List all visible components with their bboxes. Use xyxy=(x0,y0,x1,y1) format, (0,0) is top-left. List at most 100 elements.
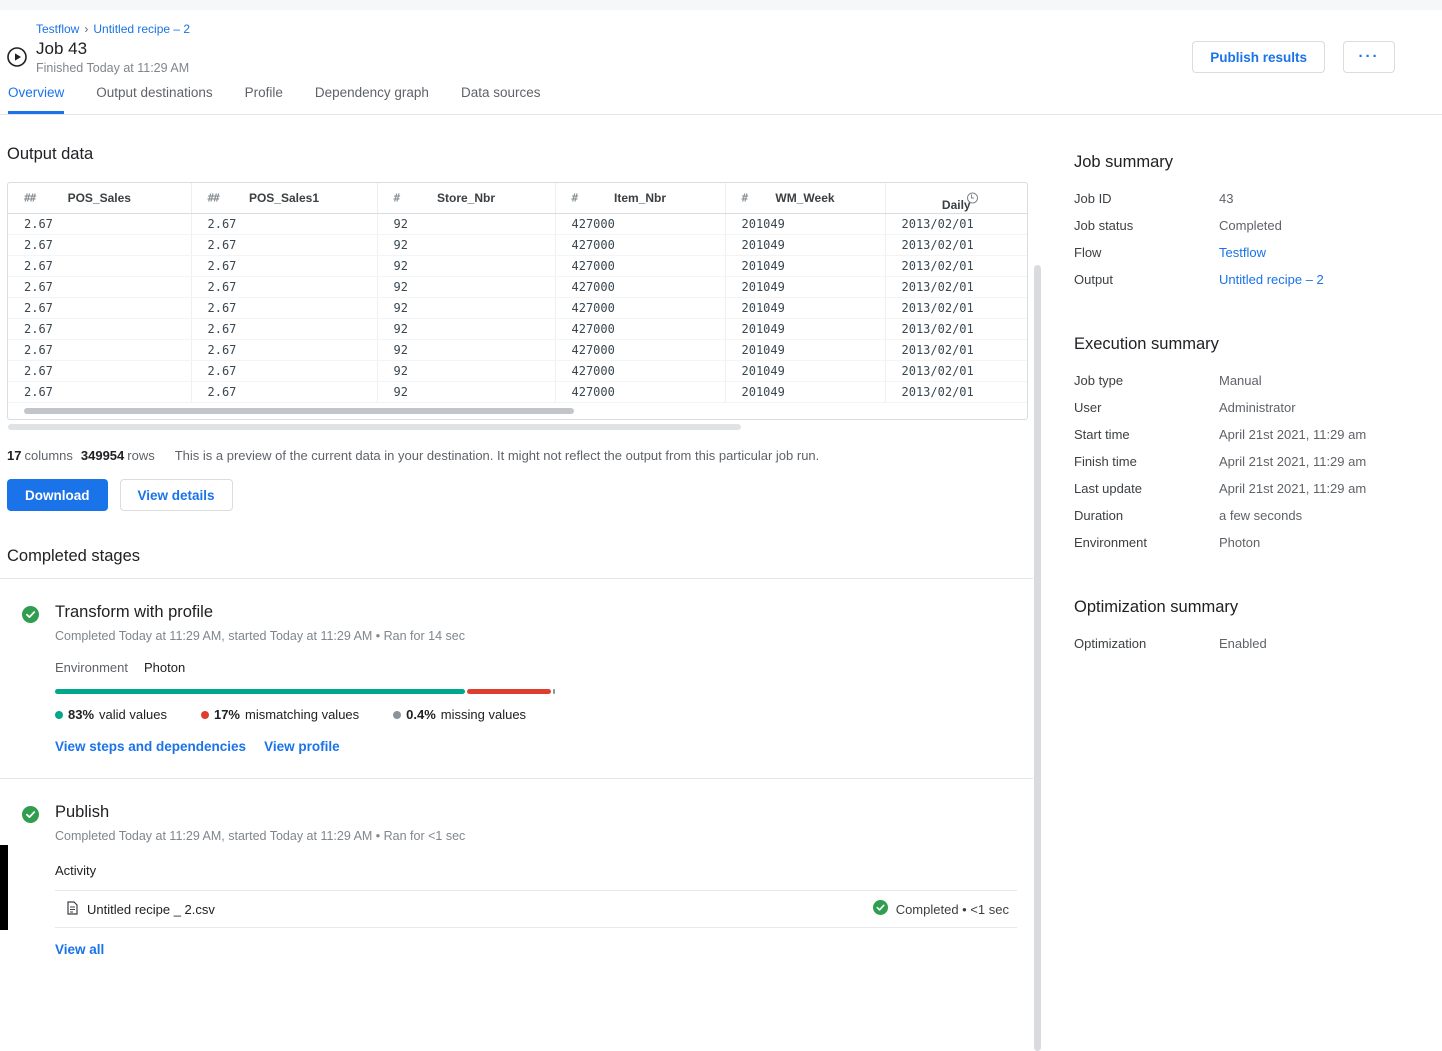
info-label: Job type xyxy=(1074,373,1219,388)
activity-box: Untitled recipe _ 2.csv Completed • <1 s… xyxy=(55,890,1017,928)
output-actions: Download View details xyxy=(7,479,1033,511)
output-table-body: 2.672.67924270002010492013/02/012.672.67… xyxy=(8,214,1027,403)
column-header-item-nbr[interactable]: #Item_Nbr xyxy=(555,183,725,214)
legend-mismatching-label: mismatching values xyxy=(245,707,359,722)
info-value-link[interactable]: Testflow xyxy=(1219,245,1266,260)
more-actions-button[interactable]: ··· xyxy=(1343,41,1395,73)
legend-missing: 0.4% missing values xyxy=(393,707,526,722)
publish-results-button[interactable]: Publish results xyxy=(1192,41,1325,73)
table-cell: 2013/02/01 xyxy=(885,382,1027,403)
quality-legend: 83% valid values 17% mismatching values … xyxy=(55,707,1033,722)
tab-output-destinations[interactable]: Output destinations xyxy=(96,85,212,114)
table-cell: 2.67 xyxy=(8,256,191,277)
column-header-pos-sales[interactable]: ##POS_Sales xyxy=(8,183,191,214)
tab-profile[interactable]: Profile xyxy=(245,85,283,114)
info-label: Finish time xyxy=(1074,454,1219,469)
pane-horizontal-scrollbar[interactable] xyxy=(8,424,741,430)
activity-file: Untitled recipe _ 2.csv xyxy=(65,901,215,918)
table-cell: 2013/02/01 xyxy=(885,319,1027,340)
table-cell: 201049 xyxy=(725,214,885,235)
table-cell: 2.67 xyxy=(191,214,377,235)
info-label: Duration xyxy=(1074,508,1219,523)
download-button[interactable]: Download xyxy=(7,479,108,511)
table-row: 2.672.67924270002010492013/02/01 xyxy=(8,340,1027,361)
activity-row[interactable]: Untitled recipe _ 2.csv Completed • <1 s… xyxy=(55,890,1017,928)
info-value-link[interactable]: Untitled recipe – 2 xyxy=(1219,272,1324,287)
view-details-button[interactable]: View details xyxy=(120,479,233,511)
table-cell: 2.67 xyxy=(8,235,191,256)
info-row-finish-time: Finish timeApril 21st 2021, 11:29 am xyxy=(1074,448,1424,475)
column-header-daily[interactable]: Daily xyxy=(885,183,1027,214)
column-name: POS_Sales1 xyxy=(193,191,376,205)
table-cell: 427000 xyxy=(555,214,725,235)
table-cell: 2013/02/01 xyxy=(885,214,1027,235)
column-name: Item_Nbr xyxy=(557,191,724,205)
table-cell: 2.67 xyxy=(8,340,191,361)
activity-status: Completed • <1 sec xyxy=(873,900,1009,918)
info-row-flow: FlowTestflow xyxy=(1074,239,1424,266)
info-row-start-time: Start timeApril 21st 2021, 11:29 am xyxy=(1074,421,1424,448)
breadcrumb-flow-link[interactable]: Testflow xyxy=(36,22,79,36)
table-cell: 92 xyxy=(377,214,555,235)
left-column: Output data ##POS_Sales##POS_Sales1#Stor… xyxy=(0,115,1033,983)
environment-value: Photon xyxy=(144,660,185,675)
mismatch-dot-icon xyxy=(201,711,209,719)
table-cell: 92 xyxy=(377,319,555,340)
column-header-pos-sales1[interactable]: ##POS_Sales1 xyxy=(191,183,377,214)
table-cell: 2.67 xyxy=(191,319,377,340)
legend-valid-pct: 83% xyxy=(68,707,94,722)
table-cell: 201049 xyxy=(725,361,885,382)
column-header-wm-week[interactable]: #WM_Week xyxy=(725,183,885,214)
table-cell: 427000 xyxy=(555,298,725,319)
view-steps-and-dependencies-link[interactable]: View steps and dependencies xyxy=(55,739,246,754)
table-cell: 2.67 xyxy=(191,382,377,403)
table-row: 2.672.67924270002010492013/02/01 xyxy=(8,214,1027,235)
info-row-job-type: Job typeManual xyxy=(1074,367,1424,394)
table-cell: 201049 xyxy=(725,340,885,361)
column-name: WM_Week xyxy=(727,191,884,205)
missing-dot-icon xyxy=(393,711,401,719)
tab-overview[interactable]: Overview xyxy=(8,85,64,114)
main-vertical-scrollbar[interactable] xyxy=(1034,265,1041,1051)
quality-bar-missing xyxy=(553,689,555,694)
integer-type-icon: # xyxy=(394,192,400,205)
tab-dependency-graph[interactable]: Dependency graph xyxy=(315,85,429,114)
data-quality-bar xyxy=(55,689,555,694)
table-horizontal-scrollbar-thumb[interactable] xyxy=(24,408,574,414)
stage-transform-with-profile: Transform with profile Completed Today a… xyxy=(7,579,1033,778)
table-cell: 2.67 xyxy=(191,235,377,256)
legend-missing-pct: 0.4% xyxy=(406,707,436,722)
table-cell: 2.67 xyxy=(8,277,191,298)
info-value: April 21st 2021, 11:29 am xyxy=(1219,427,1366,442)
info-value: April 21st 2021, 11:29 am xyxy=(1219,454,1366,469)
success-check-icon xyxy=(873,900,888,918)
info-value: Enabled xyxy=(1219,636,1267,651)
view-all-link[interactable]: View all xyxy=(55,942,104,957)
info-value: a few seconds xyxy=(1219,508,1302,523)
table-cell: 2.67 xyxy=(191,277,377,298)
table-cell: 201049 xyxy=(725,298,885,319)
job-run-icon xyxy=(6,46,28,68)
table-cell: 427000 xyxy=(555,382,725,403)
view-profile-link[interactable]: View profile xyxy=(264,739,340,754)
main-content: Output data ##POS_Sales##POS_Sales1#Stor… xyxy=(0,115,1442,983)
legend-valid: 83% valid values xyxy=(55,707,167,722)
column-header-store-nbr[interactable]: #Store_Nbr xyxy=(377,183,555,214)
header-actions: Publish results ··· xyxy=(1192,41,1395,73)
columns-count: 17 xyxy=(7,448,21,463)
info-label: Job status xyxy=(1074,218,1219,233)
tab-data-sources[interactable]: Data sources xyxy=(461,85,541,114)
quality-bar-valid xyxy=(55,689,465,694)
table-horizontal-scrollbar[interactable] xyxy=(8,405,1027,417)
table-cell: 2013/02/01 xyxy=(885,277,1027,298)
table-cell: 2.67 xyxy=(8,382,191,403)
table-cell: 201049 xyxy=(725,277,885,298)
table-cell: 201049 xyxy=(725,235,885,256)
info-row-job-id: Job ID43 xyxy=(1074,185,1424,212)
table-summary: 17 columns 349954 rows This is a preview… xyxy=(7,448,1033,463)
sidebar-section-execution-summary: Execution summaryJob typeManualUserAdmin… xyxy=(1074,335,1424,556)
breadcrumb-recipe-link[interactable]: Untitled recipe – 2 xyxy=(93,22,190,36)
table-cell: 2.67 xyxy=(191,256,377,277)
integer-type-icon: # xyxy=(572,192,578,205)
file-icon xyxy=(65,901,79,918)
